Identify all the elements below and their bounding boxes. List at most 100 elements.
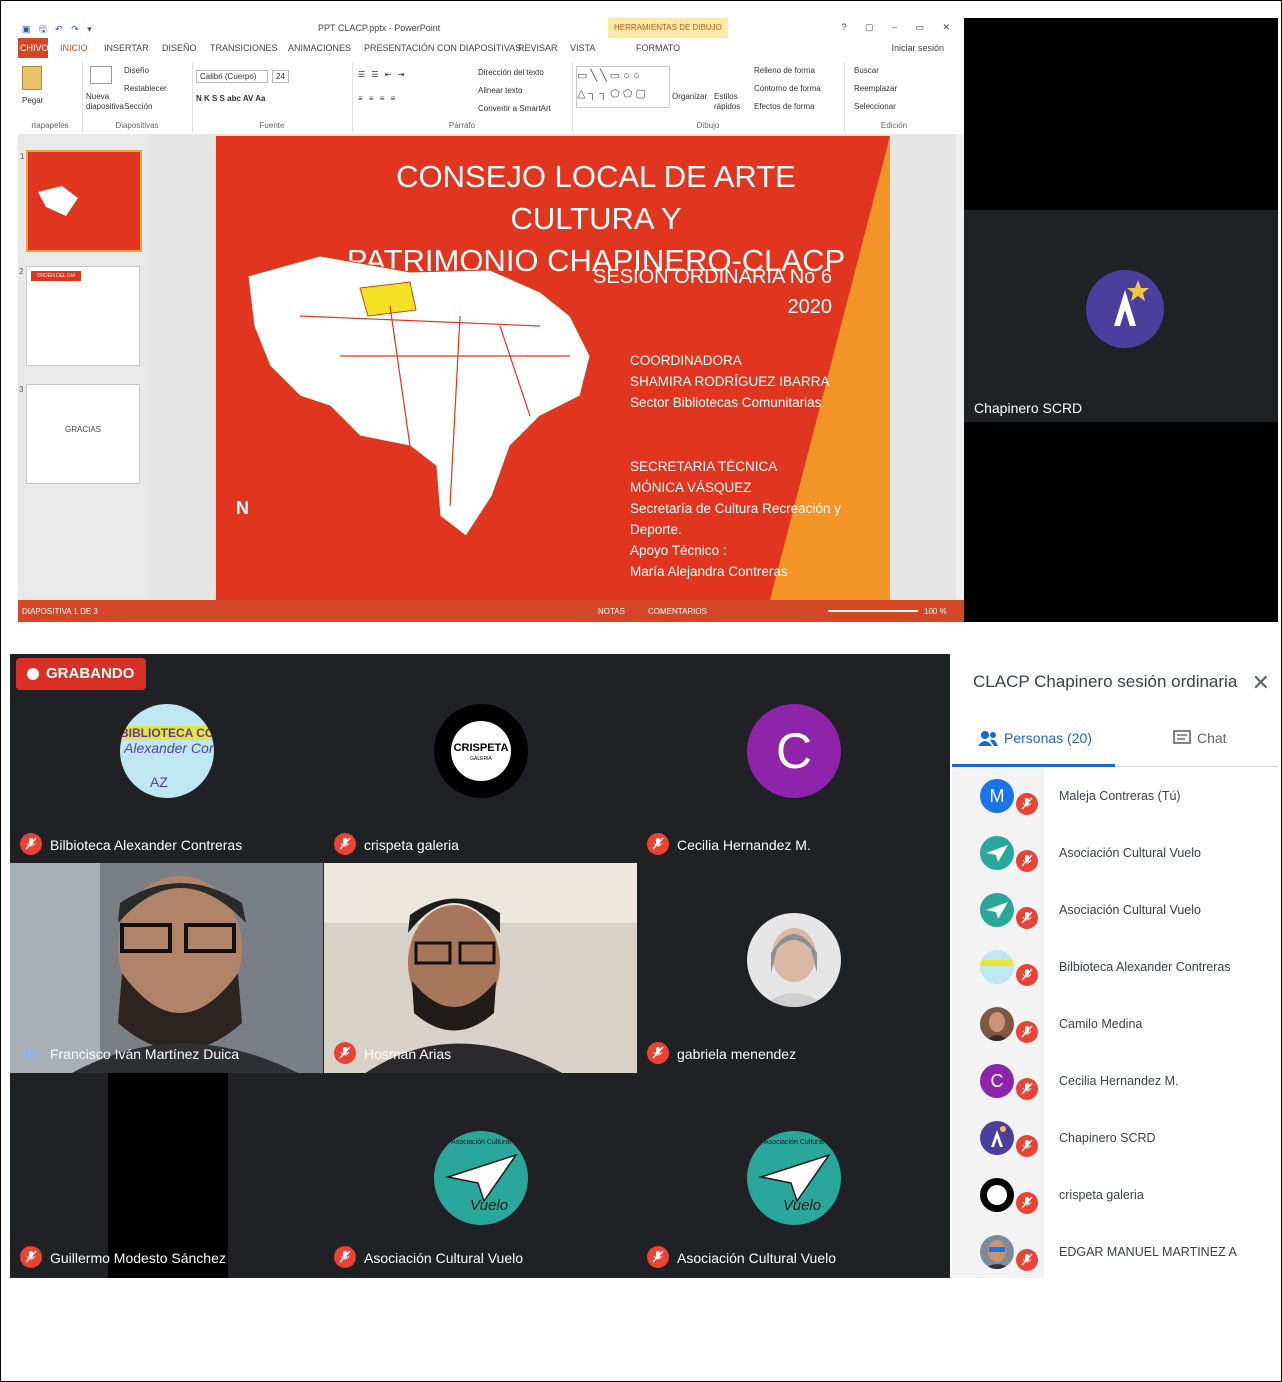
list-item[interactable]: EDGAR MANUEL MARTINEZ A bbox=[952, 1223, 1278, 1280]
ppt-status-bar: DIAPOSITIVA 1 DE 3 NOTAS COMENTARIOS 100… bbox=[18, 600, 964, 622]
text-direction-button[interactable]: Dirección del texto bbox=[478, 68, 544, 77]
tab-animations[interactable]: ANIMACIONES bbox=[288, 43, 351, 53]
crispeta-logo-text-1: CRISPETA bbox=[453, 742, 509, 754]
replace-button[interactable]: Reemplazar bbox=[854, 84, 897, 93]
people-icon bbox=[978, 731, 998, 746]
shape-outline-button[interactable]: Contorno de forma bbox=[754, 84, 821, 93]
quick-styles-button[interactable]: Estilos rápidos bbox=[714, 92, 744, 112]
video-tile[interactable]: CRISPETA GALERIA crispeta galeria bbox=[324, 654, 637, 865]
paste-icon[interactable] bbox=[22, 66, 42, 90]
video-tile[interactable]: Guillermo Modesto Sánchez bbox=[10, 1073, 323, 1278]
section-button[interactable]: Sección bbox=[124, 102, 152, 111]
list-item[interactable]: Chapinero SCRD bbox=[952, 1109, 1278, 1166]
select-button[interactable]: Seleccionar bbox=[854, 102, 896, 111]
ppt-vertical-scrollbar[interactable] bbox=[956, 134, 964, 600]
smartart-button[interactable]: Convertir a SmartArt bbox=[478, 104, 551, 113]
video-tile[interactable]: Asociación Cultural Vuelo Asociación Cul… bbox=[637, 1073, 950, 1278]
support-role: Apoyo Técnico : bbox=[630, 543, 727, 558]
comments-button[interactable]: COMENTARIOS bbox=[648, 607, 707, 616]
video-tile[interactable]: gabriela menendez bbox=[637, 863, 950, 1074]
tile-name: Asociación Cultural Vuelo bbox=[677, 1250, 837, 1266]
tab-slideshow[interactable]: PRESENTACIÓN CON DIAPOSITIVAS bbox=[364, 43, 521, 53]
reset-button[interactable]: Restablecer bbox=[124, 84, 167, 93]
tab-design[interactable]: DISEÑO bbox=[162, 43, 197, 53]
video-tile-chapinero-scrd[interactable]: Chapinero SCRD bbox=[964, 210, 1278, 422]
slide-thumbnail-1[interactable]: 1 bbox=[20, 150, 142, 252]
participant-name: crispeta galeria bbox=[1059, 1188, 1144, 1202]
ribbon-group-editing: Buscar Reemplazar Seleccionar Edición bbox=[844, 62, 944, 132]
powerpoint-window: ▣ 🖫 ↶ ↷ ▾ PPT CLACP.pptx - PowerPoint HE… bbox=[18, 18, 964, 622]
current-slide[interactable]: CONSEJO LOCAL DE ARTE CULTURA Y PATRIMON… bbox=[216, 136, 890, 600]
mic-off-icon bbox=[1016, 1192, 1038, 1214]
participants-list: M Maleja Contreras (Tú) Asociación Cultu… bbox=[952, 767, 1278, 1278]
video-tile[interactable]: Francisco Iván Martínez Duica bbox=[10, 863, 323, 1074]
list-item[interactable]: Bilbioteca Alexander Contreras bbox=[952, 938, 1278, 995]
window-controls[interactable]: ? ▢ – ▭ ✕ bbox=[841, 22, 958, 33]
paragraph-group-label: Párrafo bbox=[448, 121, 476, 130]
support-name: María Alejandra Contreras bbox=[630, 564, 788, 579]
camera-feed-francisco bbox=[10, 863, 323, 1074]
video-tile[interactable]: Hosman Arias bbox=[324, 863, 637, 1074]
tab-file[interactable]: CHIVO bbox=[18, 38, 49, 58]
sign-in-link[interactable]: Iniciar sesión bbox=[891, 43, 944, 53]
mic-off-icon bbox=[1016, 793, 1038, 815]
slide-thumbnail-3[interactable]: 3 GRACIAS bbox=[19, 384, 140, 484]
participant-avatar bbox=[980, 1235, 1014, 1269]
tab-chat[interactable]: Chat bbox=[1173, 730, 1227, 746]
list-buttons[interactable]: ☰ ☰ ⇤ ⇥ bbox=[358, 70, 406, 79]
notes-button[interactable]: NOTAS bbox=[598, 607, 625, 616]
ppt-ribbon: Pegar rtapapeles Nueva diapositiva Diseñ… bbox=[18, 58, 964, 135]
list-item[interactable]: Camilo Medina bbox=[952, 995, 1278, 1052]
tab-format[interactable]: FORMATO bbox=[636, 43, 680, 53]
ppt-titlebar: ▣ 🖫 ↶ ↷ ▾ PPT CLACP.pptx - PowerPoint HE… bbox=[18, 18, 964, 38]
font-name-select[interactable]: Calibri (Cuerpo) bbox=[196, 70, 268, 83]
close-icon[interactable]: ✕ bbox=[1252, 670, 1270, 696]
chat-icon bbox=[1173, 730, 1191, 744]
tab-people[interactable]: Personas (20) bbox=[978, 730, 1092, 746]
quick-access-icons[interactable]: ▣ 🖫 ↶ ↷ ▾ bbox=[22, 22, 95, 38]
video-tile[interactable]: Asociación Cultural Vuelo Asociación Cul… bbox=[324, 1073, 637, 1278]
tab-view[interactable]: VISTA bbox=[570, 43, 595, 53]
editing-group-label: Edición bbox=[880, 121, 908, 130]
align-buttons[interactable]: ≡ ≡ ≡ ≡ bbox=[358, 94, 397, 103]
slide-thumbnails-pane: 1 2 ORDEN DEL DIA 3 GRACIAS bbox=[18, 134, 148, 600]
mic-off-icon bbox=[1016, 964, 1038, 986]
font-style-buttons[interactable]: N K S S abc AV Aa bbox=[196, 94, 266, 103]
participant-name: Asociación Cultural Vuelo bbox=[1059, 903, 1201, 917]
slide-secretary-block: SECRETARIA TÉCNICA MÓNICA VÁSQUEZ Secret… bbox=[630, 456, 841, 582]
arrange-button[interactable]: Organizar bbox=[672, 92, 707, 101]
clipboard-group-label: rtapapeles bbox=[31, 121, 69, 130]
vuelo-logo-text-2: Vuelo bbox=[783, 1197, 822, 1214]
video-tile[interactable]: BIBLIOTECA CO Alexander Con AZ GRABANDO … bbox=[10, 654, 323, 865]
participant-avatar: M bbox=[980, 779, 1014, 813]
tab-chat-label: Chat bbox=[1197, 730, 1227, 746]
shape-effects-button[interactable]: Efectos de forma bbox=[754, 102, 814, 111]
tab-review[interactable]: REVISAR bbox=[518, 43, 558, 53]
paste-button[interactable]: Pegar bbox=[22, 96, 43, 105]
tab-transitions[interactable]: TRANSICIONES bbox=[210, 43, 278, 53]
secretary-name: MÓNICA VÁSQUEZ bbox=[630, 480, 752, 495]
video-tile[interactable]: C Cecilia Hernandez M. bbox=[637, 654, 950, 865]
zoom-level[interactable]: 100 % bbox=[924, 607, 947, 616]
list-item[interactable]: C Cecilia Hernandez M. bbox=[952, 1052, 1278, 1109]
new-slide-button[interactable]: Nueva diapositiva bbox=[86, 92, 126, 112]
zoom-slider[interactable] bbox=[828, 610, 918, 612]
ribbon-group-clipboard: Pegar rtapapeles bbox=[18, 62, 83, 132]
new-slide-icon[interactable] bbox=[90, 66, 112, 84]
list-item[interactable]: Asociación Cultural Vuelo bbox=[952, 824, 1278, 881]
list-item[interactable]: M Maleja Contreras (Tú) bbox=[952, 767, 1278, 824]
list-item[interactable]: crispeta galeria bbox=[952, 1166, 1278, 1223]
slide-session-box[interactable]: SESIÓN ORDINARIA No 6 2020 bbox=[576, 262, 832, 322]
find-button[interactable]: Buscar bbox=[854, 66, 879, 75]
slide-thumbnail-2[interactable]: 2 ORDEN DEL DIA bbox=[19, 266, 140, 366]
tab-insert[interactable]: INSERTAR bbox=[104, 43, 149, 53]
secretary-org-1: Secretaría de Cultura Recreación y bbox=[630, 501, 841, 516]
font-size-select[interactable]: 24 bbox=[272, 70, 289, 83]
layout-button[interactable]: Diseño bbox=[124, 66, 149, 75]
list-item[interactable]: Asociación Cultural Vuelo bbox=[952, 881, 1278, 938]
shapes-gallery[interactable]: ▭ ╲ ╲ ▭ ○ ○ △ ┐ ┐ ⬠ ⬠ ▢ bbox=[576, 66, 670, 108]
align-text-button[interactable]: Alinear texto bbox=[478, 86, 522, 95]
tab-home[interactable]: INICIO bbox=[60, 43, 88, 53]
participant-name: Cecilia Hernandez M. bbox=[1059, 1074, 1179, 1088]
shape-fill-button[interactable]: Relleno de forma bbox=[754, 66, 815, 75]
